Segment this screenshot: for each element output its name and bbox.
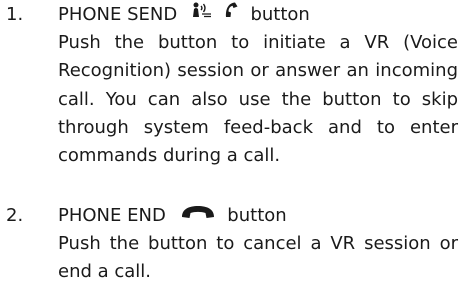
item-title: PHONE END <box>58 205 166 226</box>
item-heading: PHONE END button <box>58 201 287 231</box>
item-title-suffix: button <box>227 205 287 226</box>
description-text: Push the button to initiate a VR (Voice … <box>58 32 458 167</box>
item-number: 1. <box>6 4 24 25</box>
phone-handset-icon <box>223 0 239 28</box>
voice-recognition-icon <box>191 0 213 28</box>
item-title: PHONE SEND <box>58 4 178 25</box>
description-text: Push the button to cancel a VR session o… <box>58 233 458 283</box>
item-title-suffix: button <box>250 4 310 25</box>
item-description: Push the button to cancel a VR session o… <box>58 230 458 287</box>
item-number: 2. <box>6 205 24 226</box>
item-description: Push the button to initiate a VR (Voice … <box>58 29 458 170</box>
item-heading: PHONE SEND button <box>58 0 310 30</box>
phone-hangup-icon <box>180 200 216 229</box>
